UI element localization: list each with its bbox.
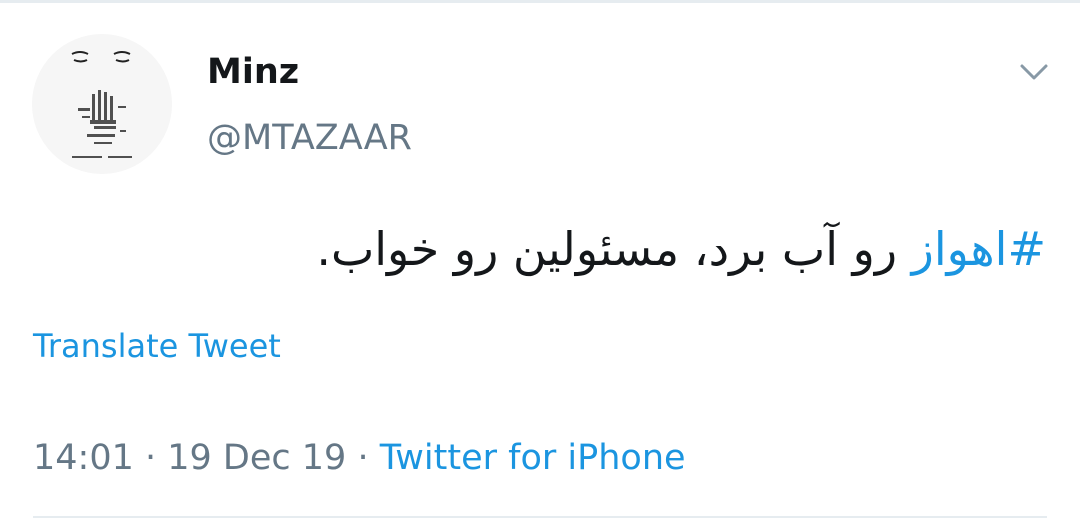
user-handle[interactable]: @MTAZAAR — [207, 116, 412, 160]
tweet-source-link[interactable]: Twitter for iPhone — [380, 438, 686, 478]
hashtag-link[interactable]: #اهواز — [912, 222, 1046, 276]
chevron-down-icon[interactable] — [1014, 56, 1054, 88]
tweet-date: 19 Dec 19 — [167, 438, 347, 478]
meta-separator: · — [133, 438, 168, 478]
tweet-metadata: 14:01 · 19 Dec 19 · Twitter for iPhone — [33, 436, 686, 480]
avatar[interactable] — [32, 34, 172, 174]
translate-tweet-link[interactable]: Translate Tweet — [33, 326, 281, 366]
bottom-divider — [33, 516, 1047, 518]
meta-separator: · — [346, 438, 380, 478]
tweet-text: #اهواز رو آب برد، مسئولین رو خواب. — [316, 218, 1046, 280]
tweet-detail: Minz @MTAZAAR #اهواز رو آب برد، مسئولین … — [0, 0, 1080, 524]
display-name[interactable]: Minz — [207, 50, 299, 94]
avatar-sketch-icon — [32, 34, 172, 174]
tweet-time: 14:01 — [33, 438, 134, 478]
tweet-body-text: رو آب برد، مسئولین رو خواب. — [316, 222, 912, 276]
